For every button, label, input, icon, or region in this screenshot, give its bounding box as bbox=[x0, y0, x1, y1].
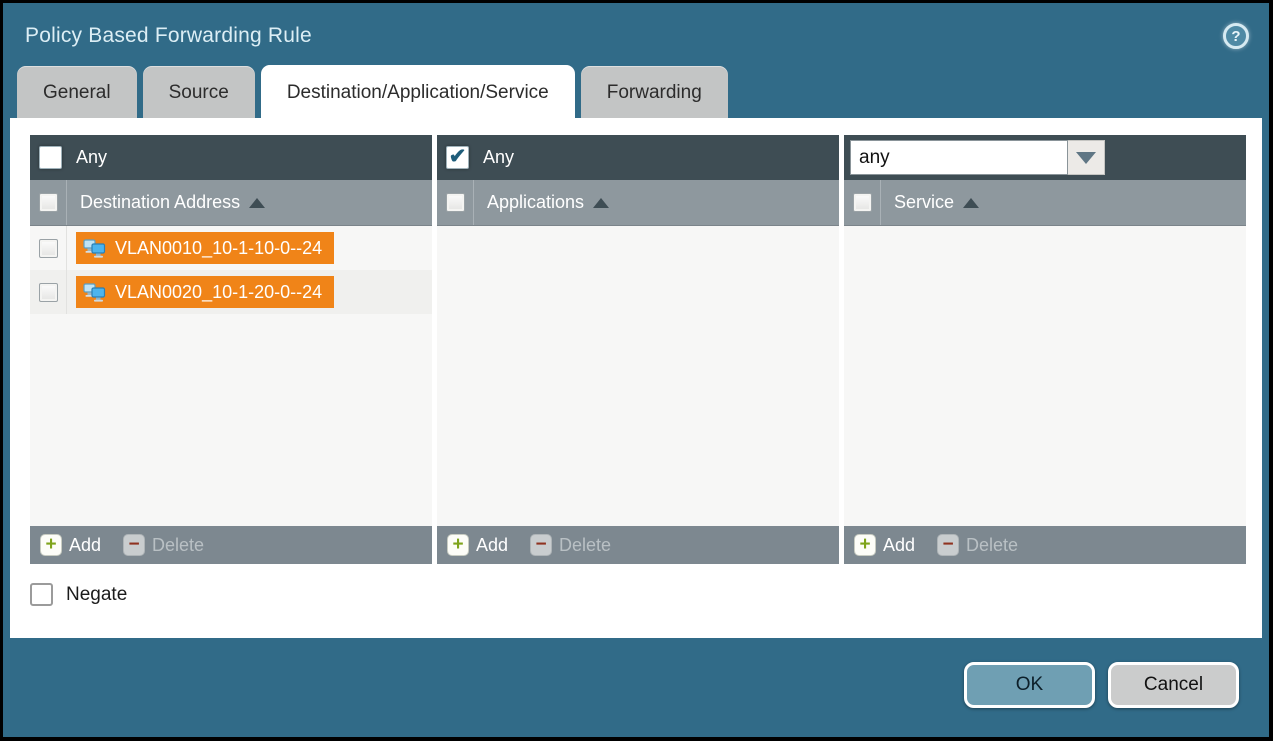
delete-minus-icon: − bbox=[530, 534, 552, 556]
service-dropdown-button[interactable] bbox=[1068, 140, 1105, 175]
add-button[interactable]: + Add bbox=[40, 534, 101, 556]
table-row[interactable]: VLAN0010_10-1-10-0--24 bbox=[30, 226, 432, 270]
cancel-button[interactable]: Cancel bbox=[1108, 662, 1239, 708]
tab-forwarding[interactable]: Forwarding bbox=[581, 66, 728, 118]
add-plus-icon: + bbox=[447, 534, 469, 556]
destination-select-all-checkbox[interactable] bbox=[39, 193, 58, 212]
row-checkbox[interactable] bbox=[39, 283, 58, 302]
delete-button[interactable]: − Delete bbox=[123, 534, 204, 556]
destination-panel-footer: + Add − Delete bbox=[30, 526, 432, 564]
applications-select-all-checkbox[interactable] bbox=[446, 193, 465, 212]
service-panel: Service + Add − Delete bbox=[844, 135, 1246, 564]
service-column-label[interactable]: Service bbox=[881, 192, 979, 213]
network-address-icon bbox=[83, 283, 107, 302]
tab-destination-application-service[interactable]: Destination/Application/Service bbox=[261, 65, 575, 118]
destination-address-panel: Any Destination Address bbox=[30, 135, 432, 564]
applications-any-bar: ✔ Any bbox=[437, 135, 839, 180]
service-dropdown-bar bbox=[844, 135, 1246, 180]
destination-column-label[interactable]: Destination Address bbox=[67, 192, 265, 213]
applications-column-header: Applications bbox=[437, 180, 839, 226]
destination-address-entry[interactable]: VLAN0010_10-1-10-0--24 bbox=[76, 232, 334, 264]
delete-button[interactable]: − Delete bbox=[530, 534, 611, 556]
tab-bar: General Source Destination/Application/S… bbox=[3, 65, 1269, 118]
service-dropdown bbox=[850, 140, 1105, 175]
destination-column-header: Destination Address bbox=[30, 180, 432, 226]
add-plus-icon: + bbox=[854, 534, 876, 556]
service-column-header: Service bbox=[844, 180, 1246, 226]
tab-source[interactable]: Source bbox=[143, 66, 255, 118]
sort-ascending-icon bbox=[249, 198, 265, 208]
row-checkbox[interactable] bbox=[39, 239, 58, 258]
sort-ascending-icon bbox=[593, 198, 609, 208]
ok-button[interactable]: OK bbox=[964, 662, 1095, 708]
applications-panel-footer: + Add − Delete bbox=[437, 526, 839, 564]
table-row[interactable]: VLAN0020_10-1-20-0--24 bbox=[30, 270, 432, 314]
tab-general[interactable]: General bbox=[17, 66, 137, 118]
destination-address-list: VLAN0010_10-1-10-0--24 bbox=[30, 226, 432, 526]
add-button[interactable]: + Add bbox=[854, 534, 915, 556]
add-button[interactable]: + Add bbox=[447, 534, 508, 556]
help-icon[interactable]: ? bbox=[1223, 23, 1249, 49]
service-list bbox=[844, 226, 1246, 526]
dialog-footer: OK Cancel bbox=[3, 638, 1269, 737]
add-plus-icon: + bbox=[40, 534, 62, 556]
network-address-icon bbox=[83, 239, 107, 258]
delete-button[interactable]: − Delete bbox=[937, 534, 1018, 556]
dialog-titlebar: Policy Based Forwarding Rule ? bbox=[3, 3, 1269, 65]
applications-list bbox=[437, 226, 839, 526]
dialog-title: Policy Based Forwarding Rule bbox=[25, 24, 1223, 48]
tab-content: Any Destination Address bbox=[10, 118, 1262, 638]
sort-ascending-icon bbox=[963, 198, 979, 208]
applications-any-checkbox[interactable]: ✔ bbox=[446, 146, 469, 169]
destination-any-bar: Any bbox=[30, 135, 432, 180]
negate-checkbox[interactable] bbox=[30, 583, 53, 606]
policy-based-forwarding-rule-dialog: Policy Based Forwarding Rule ? General S… bbox=[3, 3, 1269, 737]
chevron-down-icon bbox=[1076, 152, 1096, 164]
negate-label: Negate bbox=[66, 584, 127, 606]
service-panel-footer: + Add − Delete bbox=[844, 526, 1246, 564]
applications-any-label: Any bbox=[483, 147, 514, 168]
delete-minus-icon: − bbox=[123, 534, 145, 556]
negate-row: Negate bbox=[30, 583, 1262, 606]
service-dropdown-input[interactable] bbox=[850, 140, 1068, 175]
destination-any-checkbox[interactable] bbox=[39, 146, 62, 169]
applications-panel: ✔ Any Applications + Add bbox=[437, 135, 839, 564]
destination-address-entry[interactable]: VLAN0020_10-1-20-0--24 bbox=[76, 276, 334, 308]
delete-minus-icon: − bbox=[937, 534, 959, 556]
applications-column-label[interactable]: Applications bbox=[474, 192, 609, 213]
service-select-all-checkbox[interactable] bbox=[853, 193, 872, 212]
destination-any-label: Any bbox=[76, 147, 107, 168]
